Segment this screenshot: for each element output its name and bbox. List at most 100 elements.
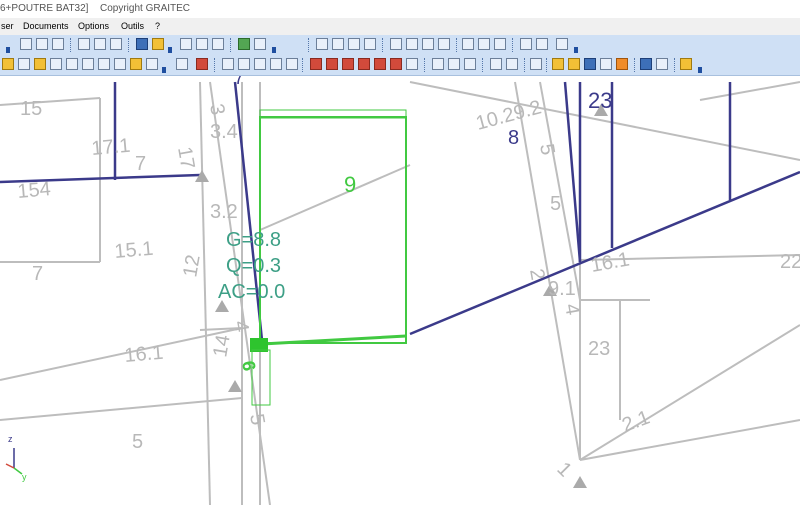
toolbar-overflow-button[interactable] [6,47,10,53]
refresh-button[interactable] [238,38,250,50]
view-iso-button[interactable] [110,38,122,50]
paint-tool-button[interactable] [364,38,376,50]
postpro2-button[interactable] [656,58,668,70]
measure2-tool-button[interactable] [536,38,548,50]
draw-circle-button[interactable] [98,58,110,70]
view-front-button[interactable] [20,38,32,50]
section-list-button[interactable] [176,58,188,70]
postpro-button[interactable] [640,58,652,70]
model-viewport[interactable]: 15 17.1 7 154 7 15.1 16.1 5 3 3.4 17 3.2… [0,76,800,505]
toolbar-separator [214,58,218,72]
view-right-button[interactable] [78,38,90,50]
toolbar-bottom [0,55,800,76]
menu-item-documents[interactable]: Documents [23,21,69,31]
node-label: 15 [20,98,42,120]
view-back-button[interactable] [36,38,48,50]
node-label: 5 [535,142,559,157]
report2-button[interactable] [448,58,460,70]
report3-button[interactable] [464,58,476,70]
load-case-button[interactable] [406,58,418,70]
material-button[interactable] [196,58,208,70]
select-tool-button[interactable] [152,38,164,50]
design3-button[interactable] [584,58,596,70]
display-tool-button[interactable] [556,38,568,50]
draw-column-button[interactable] [50,58,62,70]
zoom-window-button[interactable] [180,38,192,50]
link-button[interactable] [270,58,282,70]
pen4-tool-button[interactable] [438,38,450,50]
node-label: 5 [245,412,269,427]
toolbar-separator [456,38,460,52]
design4-button[interactable] [600,58,612,70]
node2-tool-button[interactable] [478,38,490,50]
node3-tool-button[interactable] [494,38,506,50]
zoom-prev-button[interactable] [212,38,224,50]
copy-tool-button[interactable] [332,38,344,50]
results-button[interactable] [616,58,628,70]
toolbar-overflow-button[interactable] [574,47,578,53]
load-area-button[interactable] [358,58,370,70]
node-tool-button[interactable] [462,38,474,50]
toolbar-overflow-button[interactable] [162,67,166,73]
measure-tool-button[interactable] [520,38,532,50]
node-label: 5 [132,431,143,453]
load-q-label: Q=0.3 [226,255,281,277]
node-label: 8 [508,127,519,149]
node-label: 154 [17,178,52,203]
node-label: 3.2 [210,201,238,223]
toolbar-separator [674,58,678,72]
design-button[interactable] [552,58,564,70]
calc-button[interactable] [530,58,542,70]
print-button[interactable] [254,38,266,50]
view-top-button[interactable] [94,38,106,50]
design2-button[interactable] [568,58,580,70]
draw-cross-button[interactable] [18,58,30,70]
copyright-text: Copyright GRAITEC [100,3,191,14]
mirror-tool-button[interactable] [348,38,360,50]
table2-button[interactable] [506,58,518,70]
menu-item-outils[interactable]: Outils [121,21,144,31]
spring-button[interactable] [286,58,298,70]
toolbar-top [0,35,800,56]
cursor-tool-button[interactable] [136,38,148,50]
node-label: 12 [179,253,205,279]
support-button[interactable] [222,58,234,70]
menu-item-ser[interactable]: ser [1,21,14,31]
table-button[interactable] [490,58,502,70]
move-tool-button[interactable] [316,38,328,50]
pen2-tool-button[interactable] [406,38,418,50]
menu-bar: ser Documents Options Outils ? [0,18,800,35]
draw-line-button[interactable] [2,58,14,70]
draw-node-button[interactable] [114,58,126,70]
menu-item-help[interactable]: ? [155,21,160,31]
toolbar-separator [424,58,428,72]
load-temperature-button[interactable] [374,58,386,70]
report-button[interactable] [432,58,444,70]
load-point-button[interactable] [310,58,322,70]
draw-beam-button[interactable] [34,58,46,70]
toolbar-overflow-button[interactable] [168,47,172,53]
toolbar-separator [512,38,516,52]
release-button[interactable] [238,58,250,70]
node-label: 16.1 [589,248,631,276]
load-linear-button[interactable] [326,58,338,70]
toolbar-overflow-button[interactable] [272,47,276,53]
toolbar-overflow-button[interactable] [698,67,702,73]
view-left-button[interactable] [52,38,64,50]
draw-brace-button[interactable] [66,58,78,70]
node-label: 14 [209,333,235,359]
heart-button[interactable] [680,58,692,70]
pen-tool-button[interactable] [390,38,402,50]
load-settlement-button[interactable] [390,58,402,70]
zoom-all-button[interactable] [196,38,208,50]
pen3-tool-button[interactable] [422,38,434,50]
hinge-button[interactable] [254,58,266,70]
node-label: 7 [135,153,146,175]
coordinate-axis [5,448,23,475]
draw-support-button[interactable] [130,58,142,70]
draw-frame-button[interactable] [146,58,158,70]
node-label: 6 [238,359,259,372]
load-moment-button[interactable] [342,58,354,70]
draw-arc-button[interactable] [82,58,94,70]
menu-item-options[interactable]: Options [78,21,109,31]
